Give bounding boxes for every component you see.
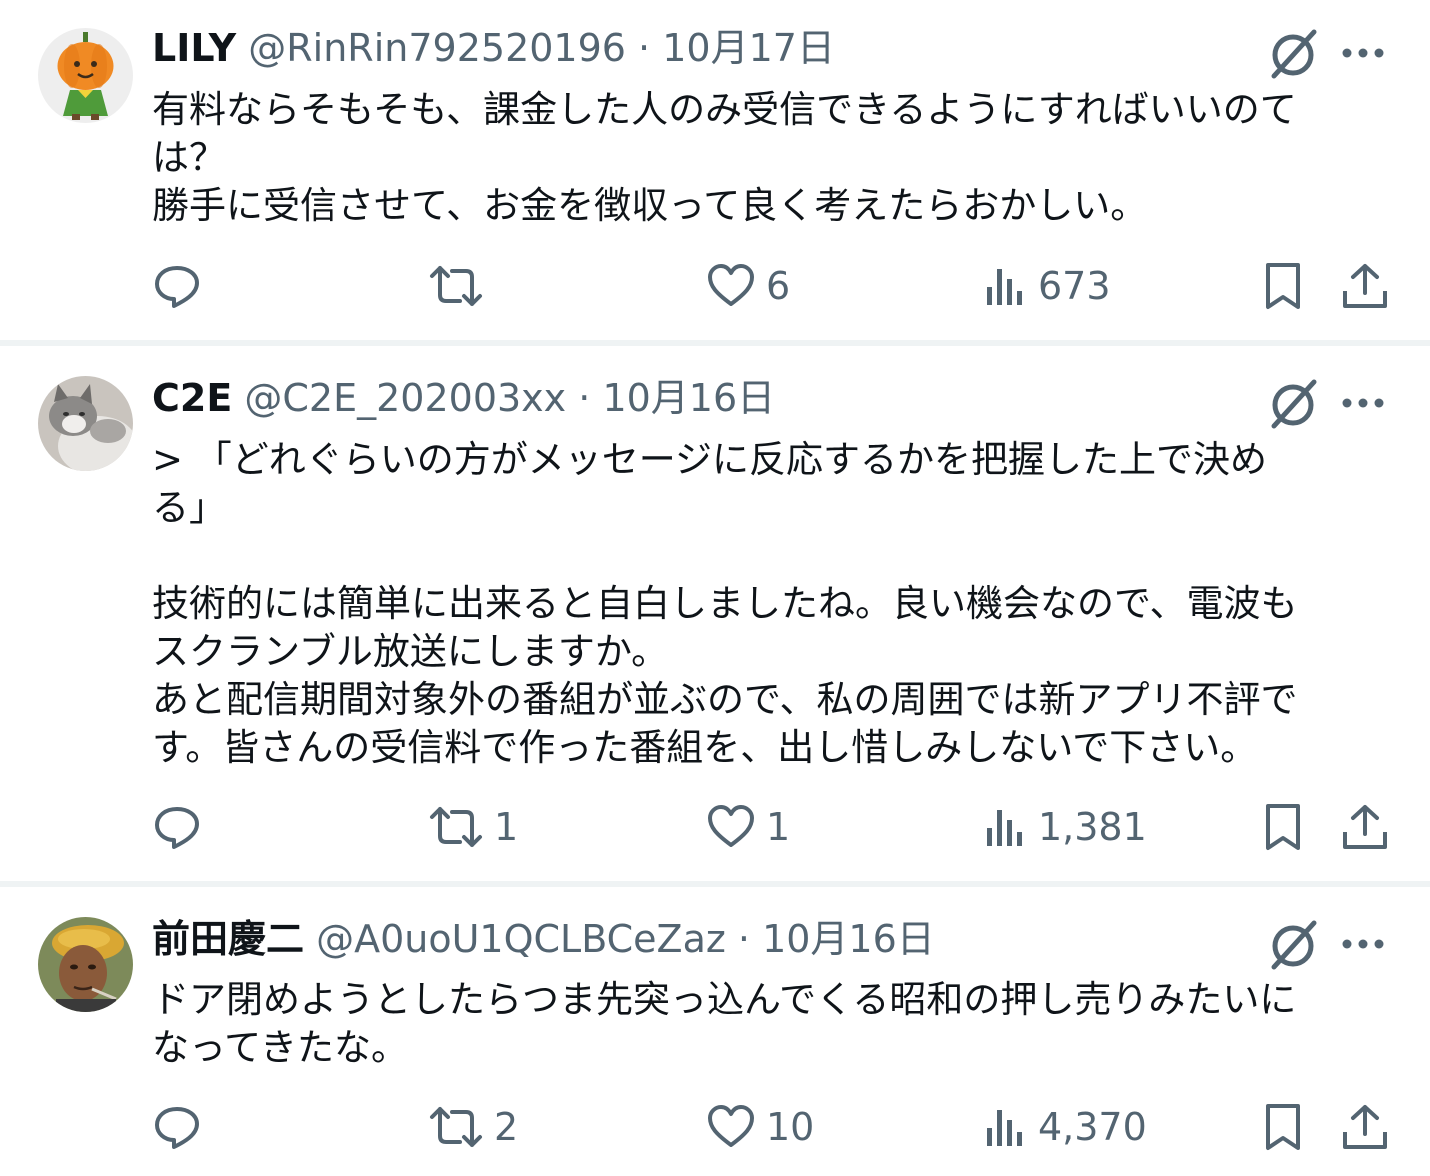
tweet-text-line: ドア閉めようとしたらつま先突っ込んでくる昭和の押し売りみたいに: [152, 978, 1297, 1021]
retweet-count: 2: [494, 1105, 519, 1149]
user-handle[interactable]: @A0uoU1QCLBCeZaz: [316, 917, 726, 961]
display-name[interactable]: 前田慶二: [152, 917, 304, 961]
more-icon[interactable]: [1336, 929, 1390, 959]
tweet-text-line: なってきたな。: [152, 1026, 409, 1069]
tweet-text-line: る」: [152, 486, 226, 529]
share-icon: [1343, 1105, 1387, 1149]
views-button[interactable]: 4,370: [984, 1099, 1147, 1155]
share-icon: [1343, 805, 1387, 849]
retweet-count: 1: [494, 805, 519, 849]
share-icon: [1343, 264, 1387, 308]
tweet[interactable]: LILY @RinRin792520196 · 10月17日 有料ならそもそも、…: [0, 0, 1430, 340]
views-icon: [987, 810, 1022, 846]
views-icon: [987, 1110, 1022, 1146]
timestamp[interactable]: 10月16日: [602, 376, 775, 420]
user-handle[interactable]: @C2E_202003xx: [244, 376, 566, 420]
like-count: 1: [766, 805, 791, 849]
tweet[interactable]: 前田慶二 @A0uoU1QCLBCeZaz · 10月16日 ドア閉めようとした…: [0, 887, 1430, 1176]
view-count: 4,370: [1038, 1105, 1147, 1149]
bookmark-button[interactable]: [1258, 1099, 1308, 1155]
separator: ·: [638, 26, 651, 70]
retweet-icon: [430, 1107, 482, 1147]
tweet-text-line: 有料ならそもそも、課金した人のみ受信できるようにすればいいのて: [152, 88, 1297, 131]
display-name[interactable]: C2E: [152, 376, 232, 420]
tweet-text-line: 技術的には簡単に出来ると自白しましたね。良い機会なので、電波も: [152, 582, 1298, 625]
tweet-text: > 「どれぐらいの方がメッセージに反応するかを把握した上で決め る」 技術的には…: [152, 436, 1402, 772]
share-button[interactable]: [1340, 799, 1390, 855]
tweet-header: 前田慶二 @A0uoU1QCLBCeZaz · 10月16日: [152, 915, 935, 963]
avatar[interactable]: [38, 917, 133, 1012]
reply-button[interactable]: [152, 1099, 212, 1155]
tweet-text-line: > 「どれぐらいの方がメッセージに反応するかを把握した上で決め: [152, 438, 1268, 481]
tweet-text-line: は？: [152, 136, 226, 179]
tweet-text-line: 勝手に受信させて、お金を徴収って良く考えたらおかしい。: [152, 184, 1148, 227]
view-count: 673: [1038, 264, 1111, 308]
retweet-icon: [430, 266, 482, 306]
views-button[interactable]: 1,381: [984, 799, 1147, 855]
heart-icon: [708, 264, 754, 306]
tweet-text: 有料ならそもそも、課金した人のみ受信できるようにすればいいのて は？ 勝手に受信…: [152, 86, 1402, 230]
views-button[interactable]: 673: [984, 258, 1111, 314]
tweet-header: C2E @C2E_202003xx · 10月16日: [152, 374, 775, 422]
like-count: 10: [766, 1105, 815, 1149]
more-icon[interactable]: [1336, 388, 1390, 418]
reply-icon: [155, 266, 199, 308]
pumpkin-character-icon: [38, 28, 133, 123]
bookmark-icon: [1266, 804, 1300, 850]
more-icon[interactable]: [1336, 38, 1390, 68]
tweet-text-line: す。皆さんの受信料で作った番組を、出し惜しみしないで下さい。: [152, 726, 1258, 769]
bookmark-icon: [1266, 1104, 1300, 1150]
tweet-text: ドア閉めようとしたらつま先突っ込んでくる昭和の押し売りみたいに なってきたな。: [152, 976, 1402, 1072]
like-count: 6: [766, 264, 791, 308]
user-handle[interactable]: @RinRin792520196: [248, 26, 626, 70]
tweet-text-line: スクランブル放送にしますか。: [152, 630, 669, 673]
timestamp[interactable]: 10月17日: [662, 26, 835, 70]
tweet-text-line: あと配信期間対象外の番組が並ぶので、私の周囲では新アプリ不評で: [152, 678, 1298, 721]
reply-icon: [155, 1107, 199, 1149]
man-portrait-icon: [38, 917, 133, 1012]
tweet[interactable]: C2E @C2E_202003xx · 10月16日 > 「どれぐらいの方がメッ…: [0, 346, 1430, 881]
grok-icon[interactable]: [1266, 26, 1320, 80]
like-button[interactable]: 1: [706, 799, 790, 855]
cat-photo-icon: [38, 376, 133, 471]
tweet-header: LILY @RinRin792520196 · 10月17日: [152, 24, 835, 72]
bookmark-button[interactable]: [1258, 258, 1308, 314]
separator: ·: [737, 917, 750, 961]
timestamp[interactable]: 10月16日: [762, 917, 935, 961]
retweet-button[interactable]: 2: [428, 1099, 518, 1155]
avatar[interactable]: [38, 376, 133, 471]
reply-icon: [155, 807, 199, 849]
like-button[interactable]: 10: [706, 1099, 814, 1155]
avatar[interactable]: [38, 28, 133, 123]
bookmark-button[interactable]: [1258, 799, 1308, 855]
display-name[interactable]: LILY: [152, 26, 236, 70]
separator: ·: [578, 376, 591, 420]
views-icon: [987, 269, 1022, 305]
like-button[interactable]: 6: [706, 258, 790, 314]
reply-button[interactable]: [152, 258, 212, 314]
bookmark-icon: [1266, 263, 1300, 309]
share-button[interactable]: [1340, 258, 1390, 314]
retweet-button[interactable]: [428, 258, 494, 314]
retweet-icon: [430, 807, 482, 847]
grok-icon[interactable]: [1266, 376, 1320, 430]
heart-icon: [708, 1105, 754, 1147]
reply-button[interactable]: [152, 799, 212, 855]
view-count: 1,381: [1038, 805, 1147, 849]
heart-icon: [708, 805, 754, 847]
share-button[interactable]: [1340, 1099, 1390, 1155]
retweet-button[interactable]: 1: [428, 799, 518, 855]
grok-icon[interactable]: [1266, 917, 1320, 971]
